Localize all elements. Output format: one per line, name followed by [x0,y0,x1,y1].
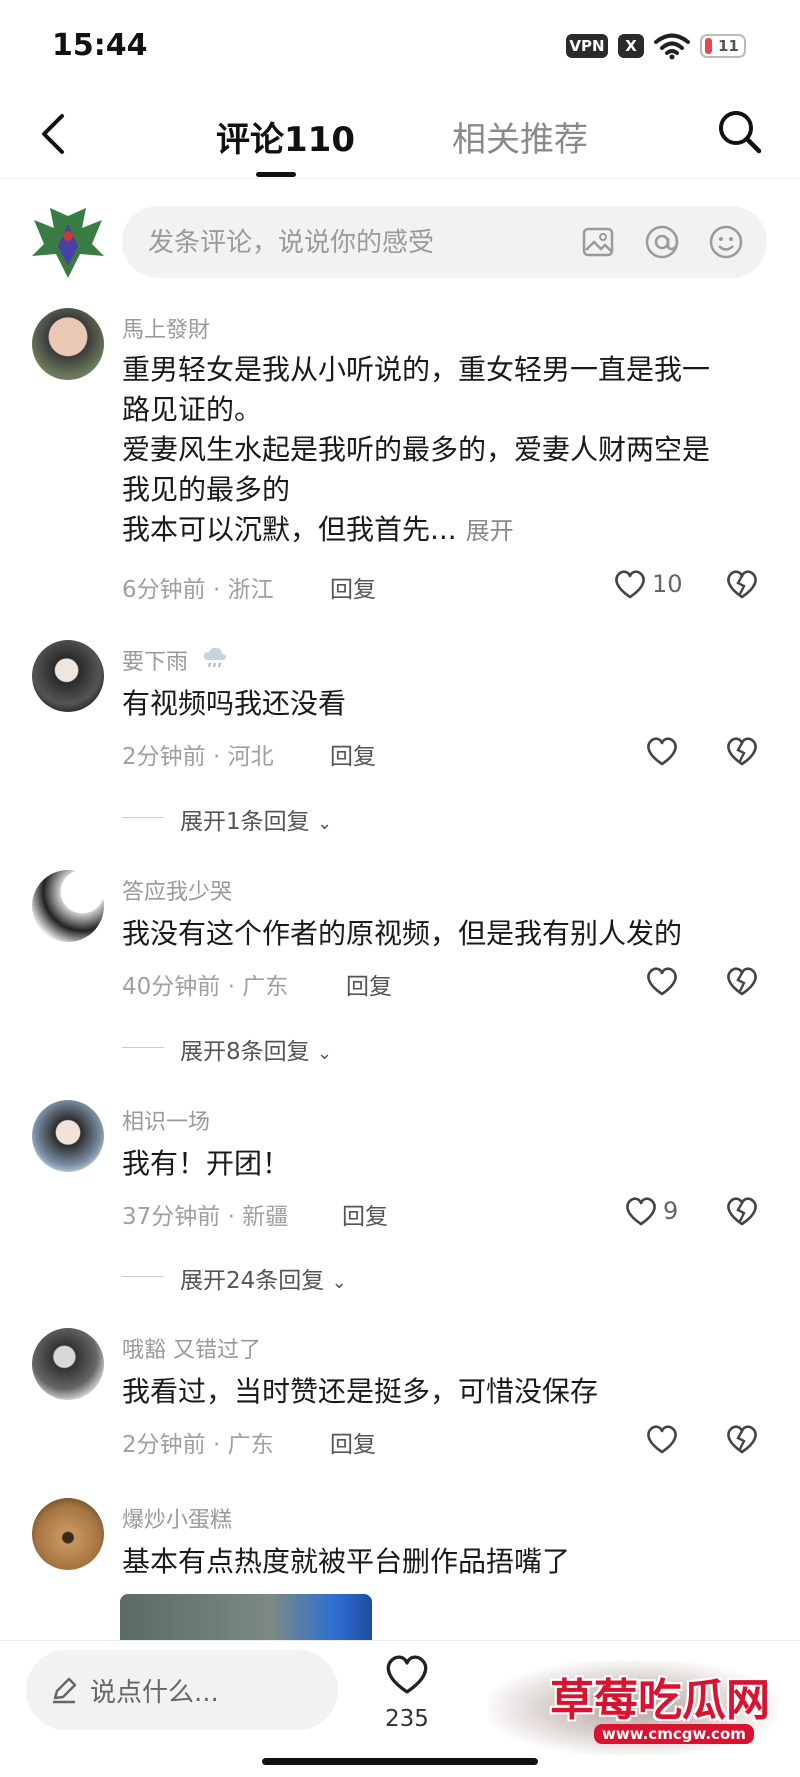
mention-icon[interactable] [644,224,680,260]
dislike-heart-icon[interactable] [725,965,759,997]
comment-time-location: 2分钟前 · 河北 [122,744,274,770]
comment-time-location: 6分钟前 · 浙江 [122,577,274,603]
dislike-heart-icon[interactable] [725,568,759,600]
watermark: 草莓吃瓜网 www.cmcgw.com [488,1660,790,1756]
comment-username[interactable]: 要下雨 [122,644,188,676]
emoji-icon[interactable] [708,224,744,260]
battery-indicator: 11 [700,34,746,58]
my-avatar[interactable] [30,206,106,282]
comment-username[interactable]: 答应我少哭 [122,874,232,906]
comment-username[interactable]: 哦豁 又错过了 [122,1332,261,1364]
avatar[interactable] [32,1100,104,1172]
dislike-heart-icon[interactable] [725,735,759,767]
avatar[interactable] [32,1498,104,1570]
status-time: 15:44 [52,28,148,63]
expand-replies-button[interactable]: 展开1条回复 ⌄ [180,802,332,836]
comment-text: 重男轻女是我从小听说的，重女轻男一直是我一 路见证的。 爱妻风生水起是我听的最多… [122,350,772,551]
comment-line: 爱妻风生水起是我听的最多的，爱妻人财两空是 [122,433,711,466]
like-heart-icon[interactable] [624,1195,658,1227]
expand-replies-button[interactable]: 展开24条回复 ⌄ [180,1261,347,1295]
comment-image-thumbnail[interactable] [120,1594,372,1640]
comment-time-location: 2分钟前 · 广东 [122,1432,274,1458]
battery-fill [705,38,712,54]
tab-related[interactable]: 相关推荐 [452,112,588,161]
watermark-title: 草莓吃瓜网 [550,1675,770,1726]
search-icon[interactable] [716,108,764,156]
like-count: 235 [385,1706,429,1732]
expand-replies-button[interactable]: 展开8条回复 ⌄ [180,1032,332,1066]
comment-line: 重男轻女是我从小听说的，重女轻男一直是我一 [122,353,711,386]
expand-divider [122,1047,164,1048]
comment-line: 路见证的。 [122,393,263,426]
like-heart-icon[interactable] [645,965,679,997]
comment-line: 我本可以沉默，但我首先... 展开 [122,513,514,546]
like-count: 9 [663,1197,679,1225]
comment-time-location: 40分钟前 · 广东 [122,974,289,1000]
avatar[interactable] [32,1328,104,1400]
comment-composer[interactable] [122,206,767,280]
avatar[interactable] [32,870,104,942]
comment-text: 我有！开团！ [122,1147,291,1180]
bottom-divider [0,1640,800,1641]
comment-text: 有视频吗我还没看 [122,687,347,720]
chevron-down-icon: ⌄ [316,813,333,834]
comment-time-location: 37分钟前 · 新疆 [122,1204,289,1230]
avatar[interactable] [32,640,104,712]
chevron-down-icon: ⌄ [331,1272,347,1293]
reply-button[interactable]: 回复 [330,1425,376,1459]
comment-username[interactable]: 爆炒小蛋糕 [122,1502,232,1534]
watermark-url: www.cmcgw.com [594,1724,754,1744]
like-heart-icon[interactable] [383,1652,431,1696]
expand-divider [122,817,164,818]
like-heart-icon[interactable] [613,568,647,600]
comment-input[interactable] [146,206,580,280]
comment-text: 我没有这个作者的原视频，但是我有别人发的 [122,917,683,950]
bottom-comment-input[interactable]: 说点什么... [26,1650,338,1730]
pencil-icon [53,1677,77,1704]
comment-text: 基本有点热度就被平台删作品捂嘴了 [122,1545,571,1578]
comment-username[interactable]: 相识一场 [122,1104,210,1136]
comment-text: 我看过，当时赞还是挺多，可惜没保存 [122,1375,599,1408]
like-heart-icon[interactable] [645,735,679,767]
active-tab-indicator [256,172,296,177]
reply-button[interactable]: 回复 [346,967,392,1001]
reply-button[interactable]: 回复 [330,737,376,771]
expand-text-link[interactable]: 展开 [466,517,514,545]
image-icon[interactable] [580,224,616,260]
header-divider [0,178,800,179]
tab-comments[interactable]: 评论110 [216,112,355,161]
like-heart-icon[interactable] [645,1423,679,1455]
reply-button[interactable]: 回复 [342,1197,388,1231]
avatar[interactable] [32,308,104,380]
rain-cloud-icon [204,647,226,668]
bottom-input-placeholder: 说点什么... [90,1678,219,1708]
reply-button[interactable]: 回复 [330,570,376,604]
expand-divider [122,1276,164,1277]
dislike-heart-icon[interactable] [725,1423,759,1455]
dislike-heart-icon[interactable] [725,1195,759,1227]
x-badge: X [618,34,644,58]
chevron-down-icon: ⌄ [316,1043,333,1064]
battery-level: 11 [718,37,739,55]
back-arrow-icon[interactable] [38,112,68,156]
comment-username[interactable]: 馬上發財 [122,312,210,344]
vpn-badge: VPN [566,34,608,58]
home-indicator [262,1758,538,1765]
comment-line: 我见的最多的 [122,473,291,506]
wifi-icon [654,33,690,60]
like-count: 10 [652,570,683,598]
